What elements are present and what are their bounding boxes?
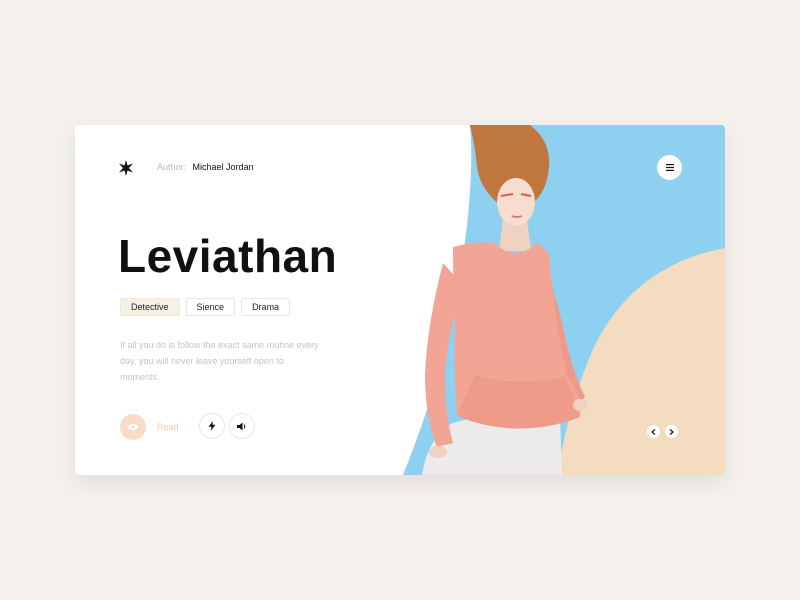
left-hand bbox=[429, 446, 447, 458]
genre-tags: Detective Sience Drama bbox=[120, 298, 291, 316]
genre-tag-sience[interactable]: Sience bbox=[185, 298, 236, 316]
genre-tag-detective[interactable]: Detective bbox=[120, 298, 180, 316]
menu-icon bbox=[665, 164, 674, 171]
author-label: Author: bbox=[157, 162, 187, 172]
author-line: Author: Michael Jordan bbox=[157, 162, 254, 172]
face-shape bbox=[497, 178, 535, 226]
menu-button[interactable] bbox=[657, 155, 682, 180]
prev-button[interactable] bbox=[647, 425, 660, 438]
speaker-icon bbox=[237, 422, 246, 430]
author-name[interactable]: Michael Jordan bbox=[193, 162, 254, 172]
chevron-right-icon bbox=[669, 428, 674, 435]
eye-icon bbox=[127, 424, 139, 430]
dress-shadow bbox=[457, 375, 580, 429]
star-logo-icon bbox=[119, 160, 133, 176]
lightning-button[interactable] bbox=[199, 413, 225, 439]
genre-tag-drama[interactable]: Drama bbox=[241, 298, 291, 316]
lightning-icon bbox=[208, 421, 216, 431]
read-button[interactable] bbox=[120, 414, 146, 440]
audio-button[interactable] bbox=[229, 413, 255, 439]
next-button[interactable] bbox=[665, 425, 678, 438]
chevron-left-icon bbox=[651, 428, 656, 435]
book-card: Author: Michael Jordan Leviathan Detecti… bbox=[75, 125, 725, 475]
book-description: If all you do is follow the exact same r… bbox=[120, 340, 319, 382]
lips bbox=[511, 215, 523, 218]
book-title: Leviathan bbox=[118, 230, 338, 282]
read-label[interactable]: Read bbox=[157, 422, 179, 432]
right-hand bbox=[573, 399, 587, 411]
